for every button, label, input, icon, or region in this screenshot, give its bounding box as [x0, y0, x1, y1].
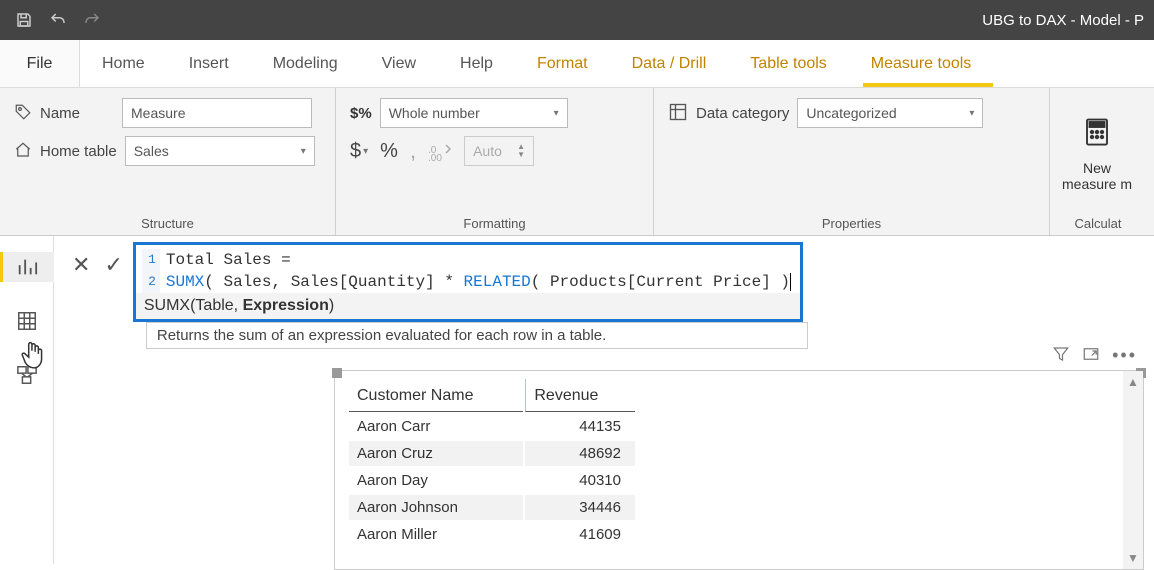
- chevron-down-icon: ▾: [969, 108, 974, 119]
- group-label-structure: Structure: [14, 210, 321, 231]
- data-category-select[interactable]: Uncategorized ▾: [797, 98, 983, 128]
- decimal-button[interactable]: .0 .00: [428, 141, 452, 161]
- view-rail: [0, 236, 54, 564]
- formula-line-1: Total Sales =: [160, 249, 291, 271]
- table-row[interactable]: Aaron Johnson34446: [349, 495, 635, 520]
- cell-customer: Aaron Cruz: [349, 441, 523, 466]
- cell-customer: Aaron Johnson: [349, 495, 523, 520]
- ribbon-group-structure: Name Measure Home table Sales ▾ Structur…: [0, 88, 336, 235]
- table-visual[interactable]: ••• Customer Name Revenue Aaron Carr4413…: [334, 370, 1144, 570]
- group-label-calculations: Calculat: [1056, 210, 1140, 231]
- resize-handle-icon[interactable]: [332, 368, 342, 378]
- cell-revenue: 34446: [525, 495, 635, 520]
- menu-table-tools[interactable]: Table tools: [728, 40, 849, 87]
- column-header-customer[interactable]: Customer Name: [349, 379, 523, 412]
- vertical-scrollbar[interactable]: ▲ ▼: [1123, 371, 1143, 569]
- more-options-icon[interactable]: •••: [1112, 345, 1137, 368]
- data-view-icon[interactable]: [12, 306, 42, 336]
- ribbon: Name Measure Home table Sales ▾ Structur…: [0, 88, 1154, 236]
- redo-icon[interactable]: [78, 6, 106, 34]
- cell-revenue: 44135: [525, 414, 635, 439]
- menu-insert[interactable]: Insert: [167, 40, 251, 87]
- canvas: ✕ ✓ 1 Total Sales = 2 SUMX( Sales, Sales…: [54, 236, 1154, 564]
- table-row[interactable]: Aaron Carr44135: [349, 414, 635, 439]
- ribbon-group-calculations: New measure m Calculat: [1050, 88, 1154, 235]
- visual-header-toolbar: •••: [1052, 345, 1137, 368]
- format-type-select[interactable]: Whole number ▾: [380, 98, 568, 128]
- menu-view[interactable]: View: [360, 40, 438, 87]
- home-table-select[interactable]: Sales ▾: [125, 136, 315, 166]
- menu-measure-tools[interactable]: Measure tools: [849, 40, 994, 87]
- menu-modeling[interactable]: Modeling: [251, 40, 360, 87]
- scroll-up-icon[interactable]: ▲: [1127, 375, 1139, 389]
- scroll-down-icon[interactable]: ▼: [1127, 551, 1139, 565]
- home-icon: [14, 141, 32, 162]
- ribbon-group-formatting: $% Whole number ▾ $ ▾ % , .0 .00: [336, 88, 654, 235]
- file-tab[interactable]: File: [0, 40, 80, 87]
- formula-line-2: SUMX( Sales, Sales[Quantity] * RELATED( …: [160, 271, 791, 293]
- menu-home[interactable]: Home: [80, 40, 167, 87]
- column-header-revenue[interactable]: Revenue: [525, 379, 635, 412]
- decimal-places-input[interactable]: Auto ▲▼: [464, 136, 534, 166]
- menu-bar: File HomeInsertModelingViewHelpFormatDat…: [0, 40, 1154, 88]
- intellisense-description: Returns the sum of an expression evaluat…: [146, 322, 808, 349]
- data-category-label: Data category: [696, 105, 789, 122]
- table-row[interactable]: Aaron Miller41609: [349, 522, 635, 547]
- cursor-hand-icon: [20, 340, 46, 373]
- cell-customer: Aaron Day: [349, 468, 523, 493]
- report-view-icon[interactable]: [0, 252, 54, 282]
- group-label-formatting: Formatting: [350, 210, 639, 231]
- data-table: Customer Name Revenue Aaron Carr44135Aar…: [347, 377, 637, 549]
- intellisense-signature: SUMX(Table, Expression): [136, 293, 800, 319]
- svg-text:.00: .00: [428, 153, 442, 161]
- chevron-down-icon: ▾: [554, 108, 559, 119]
- group-label-properties: Properties: [668, 210, 1035, 231]
- menu-format[interactable]: Format: [515, 40, 610, 87]
- chevron-down-icon: ▾: [301, 146, 306, 157]
- table-row[interactable]: Aaron Day40310: [349, 468, 635, 493]
- thousands-button[interactable]: ,: [410, 138, 416, 164]
- cell-revenue: 41609: [525, 522, 635, 547]
- cancel-formula-button[interactable]: ✕: [72, 252, 90, 278]
- focus-mode-icon[interactable]: [1082, 345, 1100, 368]
- cell-customer: Aaron Carr: [349, 414, 523, 439]
- window-title: UBG to DAX - Model - P: [982, 12, 1144, 29]
- menu-help[interactable]: Help: [438, 40, 515, 87]
- filter-icon[interactable]: [1052, 345, 1070, 368]
- measure-name-input[interactable]: Measure: [122, 98, 312, 128]
- cell-customer: Aaron Miller: [349, 522, 523, 547]
- table-row[interactable]: Aaron Cruz48692: [349, 441, 635, 466]
- new-measure-button[interactable]: New measure m: [1056, 98, 1138, 210]
- tag-icon: [14, 103, 32, 124]
- undo-icon[interactable]: [44, 6, 72, 34]
- name-label: Name: [40, 105, 80, 122]
- save-icon[interactable]: [10, 6, 38, 34]
- currency-button[interactable]: $ ▾: [350, 140, 368, 163]
- commit-formula-button[interactable]: ✓: [104, 252, 122, 278]
- format-icon: $%: [350, 105, 372, 122]
- ribbon-group-properties: Data category Uncategorized ▾ Properties: [654, 88, 1050, 235]
- cell-revenue: 48692: [525, 441, 635, 466]
- percent-button[interactable]: %: [380, 140, 398, 163]
- menu-data-drill[interactable]: Data / Drill: [610, 40, 729, 87]
- title-bar: UBG to DAX - Model - P: [0, 0, 1154, 40]
- home-table-label: Home table: [40, 143, 117, 160]
- category-icon: [668, 102, 688, 125]
- formula-bar[interactable]: 1 Total Sales = 2 SUMX( Sales, Sales[Qua…: [133, 242, 803, 322]
- cell-revenue: 40310: [525, 468, 635, 493]
- calculator-icon: [1082, 117, 1112, 154]
